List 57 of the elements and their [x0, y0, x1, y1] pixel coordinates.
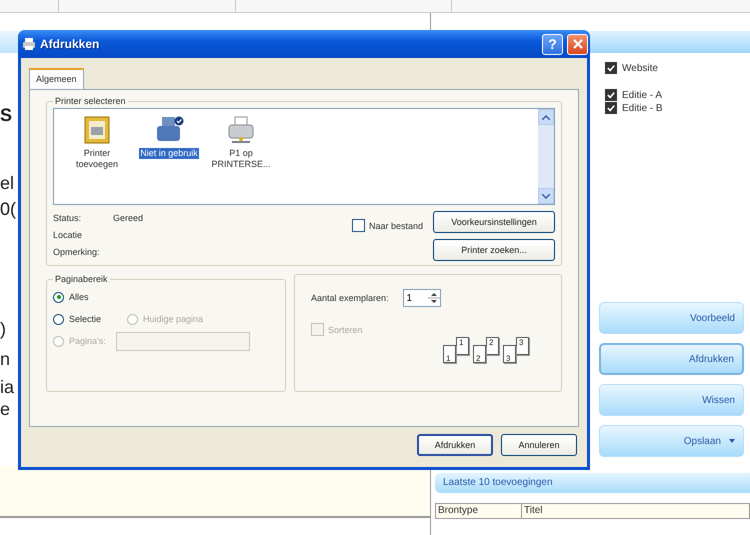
- close-icon: [572, 39, 582, 49]
- window-title: Afdrukken: [40, 37, 100, 51]
- text-fragment: e: [0, 399, 10, 419]
- network-printer-icon[interactable]: [226, 115, 256, 145]
- field-label: Locatie: [53, 230, 84, 240]
- printer-label[interactable]: P1 op PRINTERSE...: [208, 148, 274, 170]
- printer-label[interactable]: Niet in gebruik: [139, 148, 199, 159]
- scroll-down-icon[interactable]: [538, 188, 554, 204]
- radio-label: Pagina's:: [69, 336, 106, 346]
- column-header[interactable]: Brontype: [436, 504, 522, 518]
- field-label: Opmerking:: [53, 246, 101, 256]
- checkbox-label: Naar bestand: [368, 220, 423, 230]
- checkbox-label: Editie - B: [622, 102, 663, 114]
- field-label: Aantal exemplaren:: [311, 293, 389, 303]
- column-header[interactable]: Titel: [522, 504, 543, 518]
- close-button[interactable]: [567, 34, 588, 54]
- text-fragment: n: [0, 349, 10, 369]
- printer-label[interactable]: Printer toevoegen: [64, 148, 130, 170]
- radio-label: Alles: [69, 292, 89, 302]
- action-button[interactable]: Opslaan: [599, 425, 744, 457]
- tab[interactable]: Algemeen: [29, 68, 84, 90]
- field-label: Status:: [53, 212, 82, 222]
- field-value: Gereed: [113, 212, 144, 222]
- group-title: Paginabereik: [54, 274, 109, 284]
- action-button[interactable]: Afdrukken: [599, 343, 744, 375]
- checkbox-label: Sorteren: [328, 324, 363, 334]
- text-fragment: S: [0, 105, 12, 125]
- dialog-button[interactable]: Annuleren: [501, 434, 577, 456]
- printer-icon: [22, 37, 36, 51]
- section-header: Laatste 10 toevoegingen: [435, 473, 750, 493]
- checkbox[interactable]: [605, 62, 617, 74]
- spin-field[interactable]: 1: [402, 289, 441, 307]
- checkbox[interactable]: [605, 102, 617, 114]
- checkbox-label: Editie - A: [622, 90, 662, 100]
- radio-label: Selectie: [69, 314, 102, 324]
- scroll-up-icon[interactable]: [538, 109, 554, 125]
- text-fragment: ia: [0, 377, 14, 397]
- checkbox[interactable]: [352, 219, 365, 232]
- radio-button[interactable]: [53, 314, 64, 324]
- input-field[interactable]: [116, 332, 250, 350]
- text-fragment: ): [0, 319, 6, 339]
- add-printer-icon[interactable]: [82, 115, 112, 145]
- checkbox[interactable]: [605, 89, 617, 101]
- text-fragment: 0(: [0, 199, 16, 219]
- dialog-button[interactable]: Printer zoeken...: [433, 239, 555, 261]
- scrollbar[interactable]: [538, 109, 554, 204]
- text-fragment: el: [0, 173, 14, 193]
- radio-label: Huidige pagina: [143, 314, 204, 324]
- checkbox-label: Website: [622, 62, 658, 74]
- dialog-button[interactable]: Voorkeursinstellingen: [433, 211, 555, 233]
- action-button[interactable]: Voorbeeld: [599, 302, 744, 334]
- group-title: Printer selecteren: [54, 96, 127, 106]
- printer-list[interactable]: Printer toevoegen Niet in gebruik P1 op PRINTERSE...: [53, 108, 555, 205]
- action-button[interactable]: Wissen: [599, 384, 744, 416]
- spinner-arrows-icon[interactable]: [428, 290, 440, 306]
- radio-button[interactable]: [53, 292, 64, 302]
- dialog-button[interactable]: Afdrukken: [417, 434, 493, 456]
